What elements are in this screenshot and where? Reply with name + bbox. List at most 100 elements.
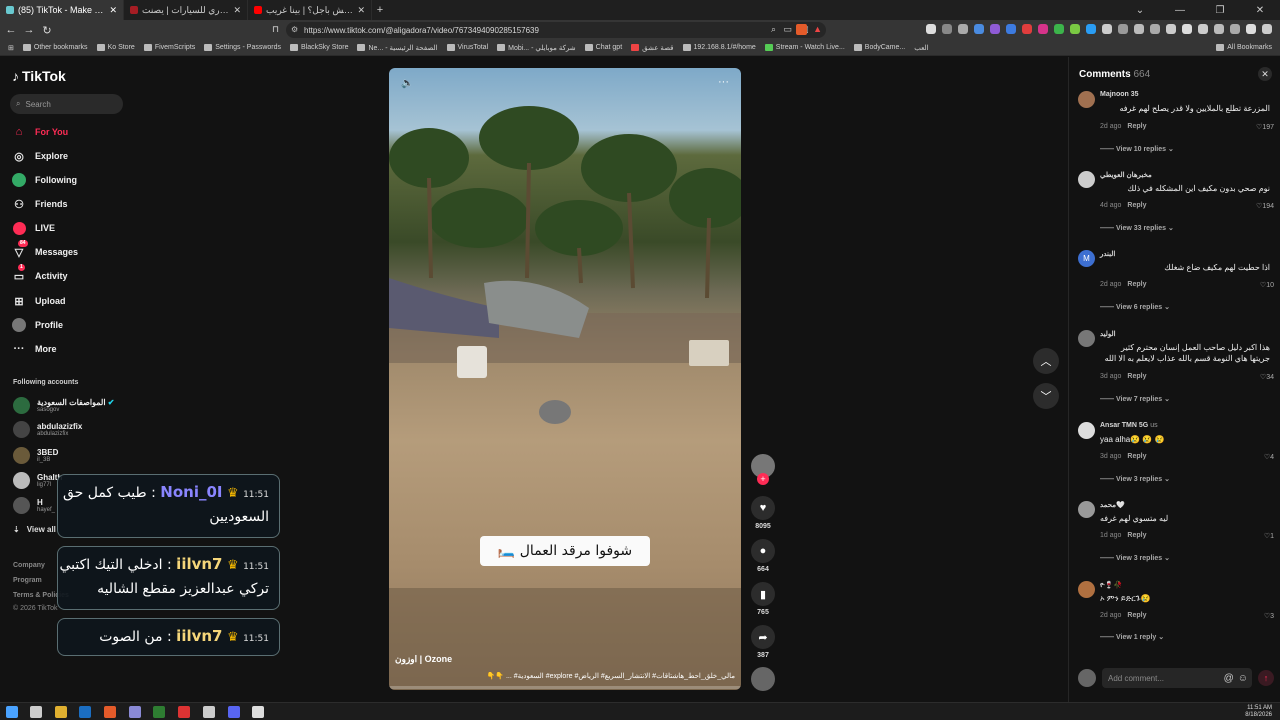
comment-input[interactable]: Add comment... @ ☺ — [1102, 668, 1252, 688]
avatar[interactable] — [1078, 171, 1095, 188]
downloads-icon[interactable] — [1214, 24, 1224, 34]
bookmark-item[interactable]: قصة عشق — [631, 44, 674, 52]
bookmark-item[interactable]: Stream - Watch Live... — [764, 44, 845, 51]
comment-like[interactable]: ♡197 — [1256, 123, 1274, 131]
reply-button[interactable]: Reply — [1127, 281, 1146, 288]
cast-icon[interactable]: ▭ — [783, 24, 792, 35]
extension-icon[interactable] — [974, 24, 984, 34]
view-replies-button[interactable]: —— View 7 replies ⌄ — [1100, 395, 1170, 403]
following-account[interactable]: المواصفات السعودية ✔ sasogov — [13, 397, 114, 414]
zoom-icon[interactable]: ⌕ — [771, 24, 776, 35]
brave-rewards-icon[interactable]: ▲ — [813, 24, 822, 34]
share-button[interactable]: ➦ 387 — [750, 625, 776, 659]
avatar[interactable] — [1078, 422, 1095, 439]
more-options-icon[interactable]: ··· — [718, 76, 729, 88]
extension-icon[interactable] — [1070, 24, 1080, 34]
following-account[interactable]: Hhayef_ — [13, 497, 55, 514]
avatar[interactable] — [1078, 330, 1095, 347]
bookmark-icon[interactable]: ⊓ — [272, 24, 279, 35]
bookmark-item[interactable]: Mobi... - شركة موبايلي — [497, 44, 576, 52]
app-icon[interactable] — [153, 706, 165, 718]
search-input[interactable]: ⌕ Search — [10, 94, 123, 114]
bookmark-item[interactable]: Settings - Passwords — [204, 44, 281, 51]
view-all-link[interactable]: ⇣ View all — [13, 525, 56, 534]
reply-button[interactable]: Reply — [1127, 202, 1146, 209]
reply-button[interactable]: Reply — [1127, 373, 1146, 380]
comment-button[interactable]: ● 664 — [750, 539, 776, 573]
reply-button[interactable]: Reply — [1127, 612, 1146, 619]
comment-like[interactable]: ♡1 — [1264, 532, 1274, 540]
post-comment-button[interactable]: ↑ — [1258, 670, 1274, 686]
nav-activity[interactable]: ▭ 1 Activity — [12, 264, 68, 283]
browser-tab[interactable]: عازل حراري للسيارات | يصنت ‌‌ shield✕ — [124, 0, 248, 20]
back-icon[interactable]: ← — [4, 24, 18, 36]
browser-tab[interactable]: (85) TikTok - Make Your Day✕ — [0, 0, 124, 20]
windows-start-icon[interactable] — [6, 706, 18, 718]
mention-icon[interactable]: @ — [1224, 673, 1234, 684]
view-replies-button[interactable]: —— View 3 replies ⌄ — [1100, 475, 1170, 483]
bookmark-item[interactable]: Ne... - الصفحة الرئيسية — [357, 44, 438, 52]
menu-icon[interactable] — [1262, 24, 1272, 34]
extension-icon[interactable] — [1166, 24, 1176, 34]
minimize-button[interactable]: — — [1160, 5, 1200, 16]
view-replies-button[interactable]: —— View 33 replies ⌄ — [1100, 224, 1174, 232]
extension-icon[interactable] — [1134, 24, 1144, 34]
view-replies-button[interactable]: —— View 1 reply ⌄ — [1100, 633, 1164, 641]
address-bar[interactable]: ⚙ https://www.tiktok.com/@aligadora7/vid… — [286, 22, 826, 38]
next-video-button[interactable]: ﹀ — [1033, 383, 1059, 409]
avatar[interactable]: M — [1078, 250, 1095, 267]
nav-messages[interactable]: ▽ 84 Messages — [12, 240, 78, 259]
file-explorer-icon[interactable] — [55, 706, 67, 718]
app-icon[interactable] — [203, 706, 215, 718]
wallet-icon[interactable] — [1198, 24, 1208, 34]
nav-upload[interactable]: ⊞ Upload — [12, 294, 65, 308]
nav-more[interactable]: ··· More — [12, 342, 57, 356]
history-icon[interactable] — [1230, 24, 1240, 34]
emoji-icon[interactable]: ☺ — [1238, 673, 1248, 684]
steam-icon[interactable] — [79, 706, 91, 718]
forward-icon[interactable]: → — [22, 24, 36, 36]
close-tab-icon[interactable]: ✕ — [357, 5, 365, 16]
all-bookmarks[interactable]: All Bookmarks — [1216, 44, 1272, 51]
avatar[interactable] — [1078, 91, 1095, 108]
extension-icon[interactable] — [1102, 24, 1112, 34]
following-account[interactable]: Ghalth lig77l — [13, 472, 62, 489]
nav-live[interactable]: LIVE — [12, 221, 55, 235]
save-button[interactable]: ▮ 765 — [750, 582, 776, 616]
comment-like[interactable]: ♡3 — [1264, 612, 1274, 620]
nav-explore[interactable]: ◎ Explore — [12, 149, 68, 163]
obs-icon[interactable] — [252, 706, 264, 718]
bookmark-item[interactable]: Chat gpt — [584, 44, 622, 51]
close-icon[interactable]: ✕ — [1258, 67, 1272, 81]
extension-icon[interactable] — [990, 24, 1000, 34]
extension-icon[interactable] — [1150, 24, 1160, 34]
sidebar-icon[interactable] — [1182, 24, 1192, 34]
creator-avatar[interactable]: + — [750, 454, 776, 485]
app-icon[interactable] — [129, 706, 141, 718]
apps-icon[interactable]: ⊞ — [8, 44, 14, 52]
view-replies-button[interactable]: —— View 10 replies ⌄ — [1100, 145, 1174, 153]
extension-icon[interactable] — [1086, 24, 1096, 34]
bookmark-item[interactable]: FivemScripts — [143, 44, 195, 51]
reply-button[interactable]: Reply — [1127, 532, 1146, 539]
sound-title[interactable]: اوزون | Ozone — [395, 654, 452, 665]
nav-friends[interactable]: ⚇ Friends — [12, 197, 67, 211]
reply-button[interactable]: Reply — [1127, 123, 1146, 130]
comment-like[interactable]: ♡194 — [1256, 202, 1274, 210]
footer-company[interactable]: Company — [13, 562, 45, 569]
bookmark-item[interactable]: 192.168.8.1/#/home — [682, 44, 756, 51]
bookmark-item[interactable]: Other bookmarks — [22, 44, 88, 51]
discord-icon[interactable] — [228, 706, 240, 718]
view-replies-button[interactable]: —— View 3 replies ⌄ — [1100, 554, 1170, 562]
extension-icon[interactable] — [1006, 24, 1016, 34]
previous-video-button[interactable]: ︿ — [1033, 348, 1059, 374]
extension-icon[interactable] — [1022, 24, 1032, 34]
video-player[interactable]: 🔈 ··· شوفوا مرقد العمال 🛏️ اوزون | Ozone… — [389, 68, 741, 690]
brave-browser-icon[interactable] — [104, 706, 116, 718]
extension-icon[interactable] — [1054, 24, 1064, 34]
nav-profile[interactable]: Profile — [12, 318, 63, 332]
extension-icon[interactable] — [942, 24, 952, 34]
mute-icon[interactable]: 🔈 — [401, 78, 413, 89]
music-disc[interactable] — [750, 667, 776, 691]
bookmark-item[interactable]: VirusTotal — [446, 44, 488, 51]
